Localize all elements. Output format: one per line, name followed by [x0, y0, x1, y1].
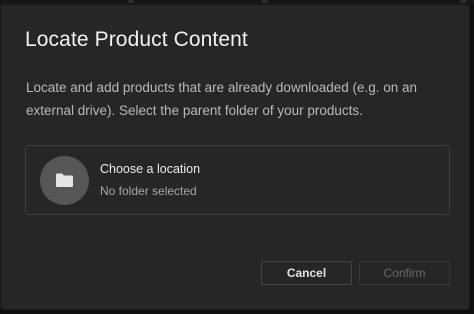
location-status: No folder selected — [100, 184, 197, 198]
backdrop-mark — [262, 0, 268, 3]
location-title: Choose a location — [100, 162, 201, 176]
backdrop-mark — [128, 0, 134, 3]
dialog-title: Locate Product Content — [25, 28, 248, 51]
locate-content-dialog: Locate Product Content Locate and add pr… — [0, 4, 470, 310]
choose-location-picker[interactable]: Choose a location No folder selected — [25, 145, 450, 215]
folder-icon-badge[interactable] — [40, 156, 89, 205]
backdrop-mark — [460, 0, 466, 3]
dialog-description: Locate and add products that are already… — [26, 80, 418, 118]
cancel-button[interactable]: Cancel — [261, 261, 352, 285]
confirm-button[interactable]: Confirm — [359, 261, 450, 285]
folder-icon — [56, 173, 73, 187]
